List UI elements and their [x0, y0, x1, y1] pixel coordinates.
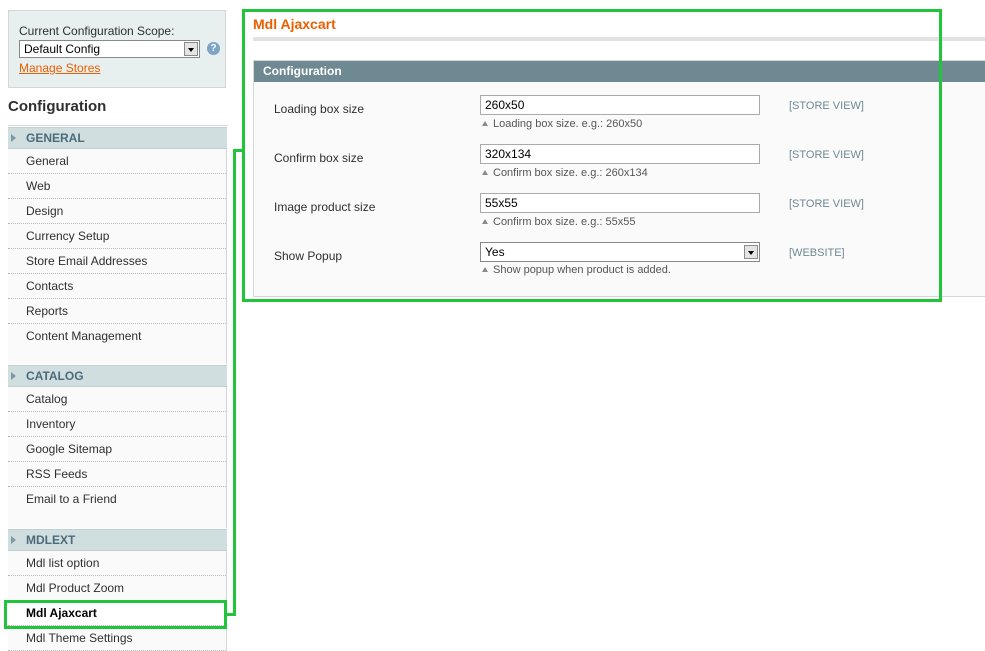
divider: [8, 125, 228, 126]
sidebar-item-web[interactable]: Web: [8, 174, 226, 199]
scope-label: Current Configuration Scope:: [19, 24, 175, 38]
scope-select[interactable]: Default Config: [19, 40, 200, 58]
sidebar-group-catalog: CATALOG Catalog Inventory Google Sitemap…: [8, 365, 227, 528]
sidebar-item-google-sitemap[interactable]: Google Sitemap: [8, 437, 226, 462]
manage-stores-link[interactable]: Manage Stores: [19, 61, 100, 75]
caret-right-icon: [11, 134, 16, 142]
sidebar-item-mdl-product-zoom[interactable]: Mdl Product Zoom: [8, 576, 226, 601]
sidebar-item-email-to-a-friend[interactable]: Email to a Friend: [8, 487, 226, 512]
sidebar-group-header[interactable]: GENERAL: [8, 127, 227, 149]
sidebar-group-mdlext: MDLEXT Mdl list option Mdl Product Zoom …: [8, 529, 227, 651]
sidebar-item-catalog[interactable]: Catalog: [8, 387, 226, 412]
sidebar-item-contacts[interactable]: Contacts: [8, 274, 226, 299]
sidebar-group-general: GENERAL General Web Design Currency Setu…: [8, 127, 227, 364]
scope-select-value: Default Config: [24, 42, 101, 56]
highlight-connector: [233, 149, 236, 616]
sidebar-item-content-management[interactable]: Content Management: [8, 324, 226, 349]
sidebar-group-label: MDLEXT: [26, 533, 76, 547]
highlight-box-nav: [4, 600, 227, 629]
sidebar-group-label: CATALOG: [26, 369, 84, 383]
sidebar-group-label: GENERAL: [26, 131, 85, 145]
sidebar-item-store-email-addresses[interactable]: Store Email Addresses: [8, 249, 226, 274]
help-icon[interactable]: ?: [207, 42, 220, 55]
sidebar-item-mdl-theme-settings[interactable]: Mdl Theme Settings: [8, 626, 226, 651]
highlight-connector: [233, 149, 244, 152]
sidebar-item-general[interactable]: General: [8, 149, 226, 174]
chevron-down-icon[interactable]: [184, 42, 198, 56]
sidebar-item-reports[interactable]: Reports: [8, 299, 226, 324]
sidebar-item-mdl-list-option[interactable]: Mdl list option: [8, 551, 226, 576]
sidebar-group-header[interactable]: CATALOG: [8, 365, 227, 387]
highlight-box-main: [242, 9, 942, 302]
caret-right-icon: [11, 536, 16, 544]
sidebar-item-inventory[interactable]: Inventory: [8, 412, 226, 437]
sidebar-group-header[interactable]: MDLEXT: [8, 529, 227, 551]
highlight-connector: [226, 613, 236, 616]
sidebar-item-currency-setup[interactable]: Currency Setup: [8, 224, 226, 249]
sidebar-item-design[interactable]: Design: [8, 199, 226, 224]
caret-right-icon: [11, 372, 16, 380]
scope-switcher: Current Configuration Scope: Default Con…: [8, 10, 226, 88]
sidebar-title: Configuration: [8, 98, 107, 115]
sidebar-item-rss-feeds[interactable]: RSS Feeds: [8, 462, 226, 487]
